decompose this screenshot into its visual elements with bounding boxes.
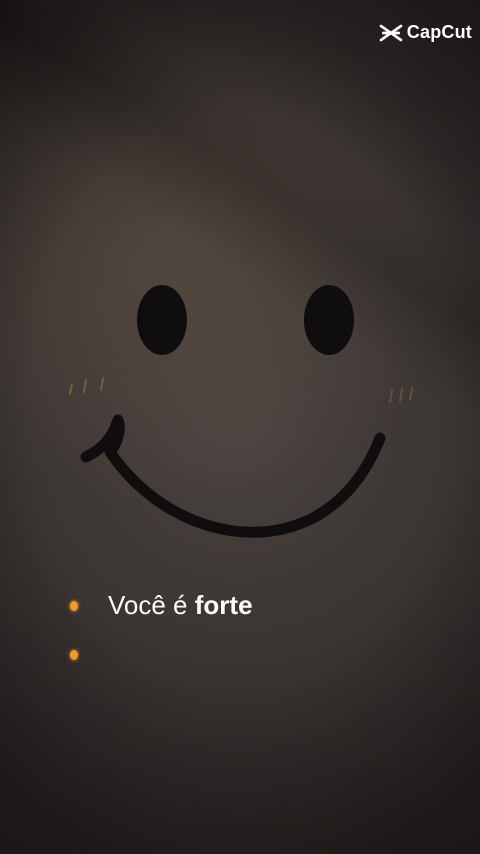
caption-line-2 — [70, 650, 108, 660]
capcut-logo-icon — [379, 23, 403, 43]
caption-normal-text: Você é — [108, 590, 188, 620]
left-blush-marks — [69, 377, 104, 395]
caption-text: Você é forte — [108, 590, 253, 621]
right-eye — [304, 285, 354, 355]
video-frame: CapCut Você é forte — [0, 0, 480, 854]
caption-bold-text: forte — [194, 590, 253, 620]
capcut-watermark: CapCut — [379, 22, 472, 43]
smiley-face-drawing — [69, 285, 413, 538]
left-eye — [137, 285, 187, 355]
right-blush-marks — [389, 387, 413, 403]
smile-curve — [80, 414, 386, 538]
capcut-brand-text: CapCut — [406, 22, 472, 42]
caption-line-1: Você é forte — [70, 590, 253, 621]
bullet-dot — [70, 600, 78, 611]
bullet-dot — [70, 650, 78, 660]
